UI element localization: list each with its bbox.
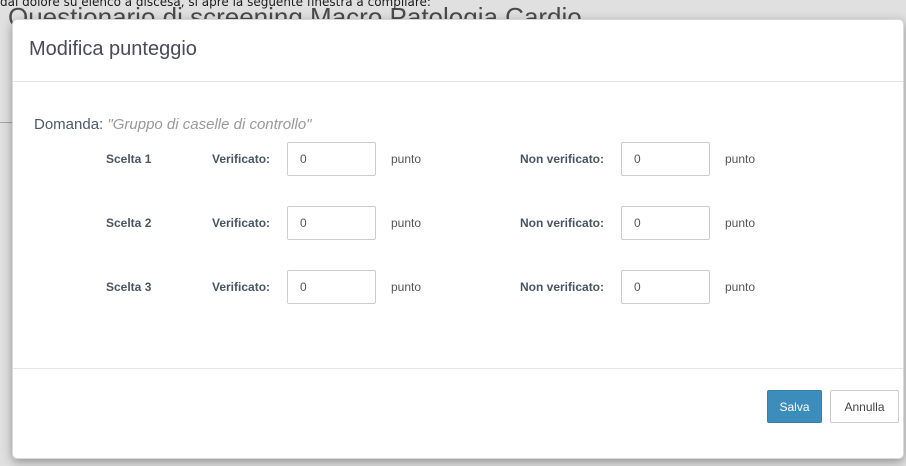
not-verified-unit-label: punto	[725, 216, 756, 230]
not-verified-unit-label: punto	[725, 280, 756, 294]
cancel-button[interactable]: Annulla	[830, 390, 899, 423]
choice-row-1: Scelta 1 Verificato: punto Non verificat…	[13, 142, 903, 176]
verified-score-input-3[interactable]	[287, 270, 376, 304]
modal-header: Modifica punteggio	[13, 20, 903, 82]
verified-score-input-1[interactable]	[287, 142, 376, 176]
edit-score-modal: Modifica punteggio Domanda: "Gruppo di c…	[12, 19, 904, 459]
question-label: Domanda:	[34, 116, 104, 133]
save-button[interactable]: Salva	[767, 390, 822, 423]
not-verified-score-input-1[interactable]	[621, 142, 710, 176]
choice-label: Scelta 3	[106, 280, 152, 294]
verified-label: Verificato:	[212, 152, 271, 166]
question-line: Domanda: "Gruppo di caselle di controllo…	[34, 116, 311, 133]
modal-footer: Salva Annulla	[13, 368, 903, 460]
verified-unit-label: punto	[391, 216, 422, 230]
not-verified-score-input-3[interactable]	[621, 270, 710, 304]
not-verified-unit-label: punto	[725, 152, 756, 166]
choice-row-3: Scelta 3 Verificato: punto Non verificat…	[13, 270, 903, 304]
not-verified-score-input-2[interactable]	[621, 206, 710, 240]
verified-label: Verificato:	[212, 280, 271, 294]
verified-unit-label: punto	[391, 280, 422, 294]
verified-score-input-2[interactable]	[287, 206, 376, 240]
choice-row-2: Scelta 2 Verificato: punto Non verificat…	[13, 206, 903, 240]
question-text: "Gruppo di caselle di controllo"	[107, 116, 312, 133]
verified-unit-label: punto	[391, 152, 422, 166]
choice-label: Scelta 2	[106, 216, 152, 230]
verified-label: Verificato:	[212, 216, 271, 230]
not-verified-label: Non verificato:	[520, 216, 605, 230]
choice-label: Scelta 1	[106, 152, 152, 166]
modal-title: Modifica punteggio	[29, 38, 197, 60]
not-verified-label: Non verificato:	[520, 280, 605, 294]
not-verified-label: Non verificato:	[520, 152, 605, 166]
